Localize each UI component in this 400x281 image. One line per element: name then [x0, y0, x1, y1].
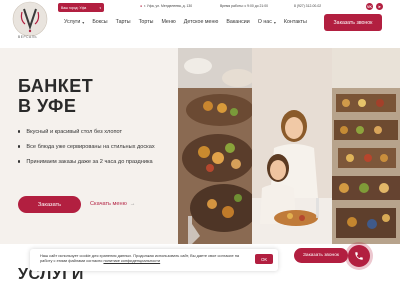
cookie-banner: Наш сайт использует cookie для хранения … — [30, 249, 278, 271]
nav-item-about[interactable]: О нас ▾ — [258, 19, 276, 25]
privacy-policy-link[interactable]: политике конфиденциальности — [103, 258, 160, 263]
nav-item-vacancies[interactable]: Вакансии — [226, 19, 249, 25]
vk-icon[interactable]: VK — [366, 3, 373, 10]
feature-list: Вкусный и красивый стол без хлопот Все б… — [18, 124, 155, 169]
logo[interactable]: ВЕРСАЛЬ — [12, 0, 48, 42]
nav-item-services[interactable]: Услуги ▾ — [64, 19, 84, 25]
phone-number[interactable]: 8 (927) 312-00-02 — [294, 4, 321, 8]
nav-item-cakes[interactable]: Торты — [139, 19, 154, 25]
nav-item-menu[interactable]: Меню — [161, 19, 175, 25]
download-menu-link[interactable]: Скачать меню → — [90, 201, 135, 207]
address: ● г. Уфа, ул. Менделеева, д. 130 — [140, 4, 192, 8]
order-button[interactable]: Заказать — [18, 196, 81, 213]
download-menu-label: Скачать меню — [90, 201, 127, 207]
feature-item: Принимаем заказы даже за 2 часа до празд… — [18, 154, 155, 169]
call-request-button[interactable]: Заказать звонок — [324, 14, 382, 31]
nav-item-contacts[interactable]: Контакты — [284, 19, 307, 25]
happy-guests-photo — [252, 48, 332, 244]
location-pin-icon: ● — [140, 4, 143, 8]
nav-item-kids-menu[interactable]: Детское меню — [184, 19, 219, 25]
bullet-icon — [18, 145, 21, 148]
nav-item-boxes[interactable]: Боксы — [92, 19, 107, 25]
hero-title-line-2: В УФЕ — [18, 96, 77, 116]
banquet-table-photo — [178, 48, 262, 244]
logo-text: ВЕРСАЛЬ — [18, 35, 38, 39]
address-text: г. Уфа, ул. Менделеева, д. 130 — [144, 4, 193, 8]
phone-icon[interactable] — [348, 245, 370, 267]
feature-item: Все блюда уже сервированы на стильных до… — [18, 139, 155, 154]
cookie-ok-button[interactable]: ОК — [255, 254, 273, 264]
city-select-label: Ваш город: Уфа — [61, 5, 87, 10]
bullet-icon — [18, 160, 21, 163]
buffet-boards-photo — [332, 48, 400, 244]
chevron-down-icon: ▾ — [82, 19, 85, 25]
hero-title: БАНКЕТ В УФЕ — [18, 76, 93, 116]
bullet-icon — [18, 130, 21, 133]
hero-title-line-1: БАНКЕТ — [18, 76, 94, 96]
city-select[interactable]: Ваш город: Уфа ▾ — [58, 3, 104, 12]
working-hours: Время работы: с 9:00 до 21:00 — [220, 4, 269, 8]
cookie-text: Наш сайт использует cookie для хранения … — [40, 253, 250, 264]
feature-item: Вкусный и красивый стол без хлопот — [18, 124, 155, 139]
arrow-right-icon: → — [129, 201, 136, 207]
chevron-down-icon: ▾ — [99, 5, 101, 10]
nav-item-tarts[interactable]: Тарты — [116, 19, 131, 25]
chevron-down-icon: ▾ — [273, 19, 276, 25]
floating-call-button[interactable]: Заказать звонок — [294, 248, 348, 263]
telegram-icon[interactable]: ➤ — [376, 3, 383, 10]
main-nav: Услуги ▾ Боксы Тарты Торты Меню Детское м… — [64, 19, 315, 25]
